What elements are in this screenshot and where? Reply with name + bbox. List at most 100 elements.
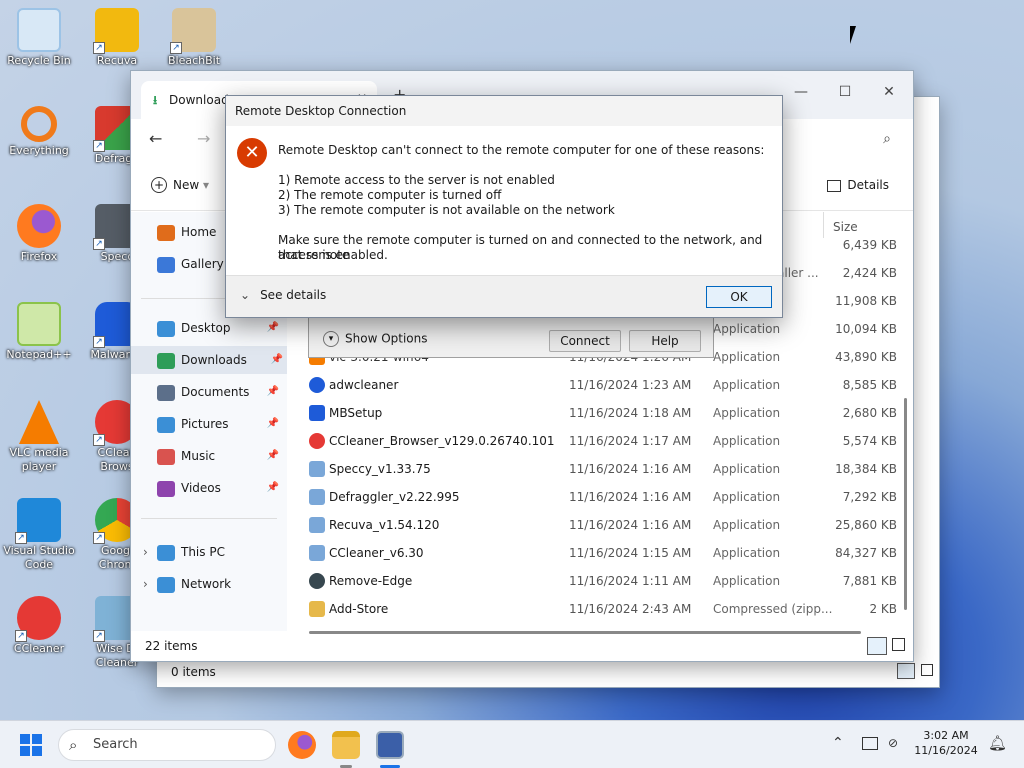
taskbar-file-explorer-icon[interactable] (332, 731, 360, 759)
sidebar-item-desktop[interactable]: Desktop 📌 (157, 314, 283, 342)
error-message: Remote Desktop can't connect to the remo… (278, 143, 765, 157)
sidebar-item-network[interactable]: › Network (143, 570, 283, 598)
home-icon (157, 224, 175, 241)
table-row[interactable]: adwcleaner 11/16/2024 1:23 AM Application 8… (307, 371, 897, 399)
volume-muted-icon[interactable]: ⊘ (888, 736, 898, 750)
table-row[interactable]: Defraggler_v2.22.995 11/16/2024 1:16 AM Ap… (307, 483, 897, 511)
everything-search-icon (21, 106, 57, 142)
minimize-button[interactable]: — (781, 77, 821, 107)
back-arrow-icon[interactable]: ← (149, 129, 162, 148)
search-icon[interactable]: ⌕ (883, 131, 891, 147)
details-view-icon[interactable] (867, 637, 887, 655)
installer-icon (309, 545, 325, 561)
this-pc-icon (157, 544, 175, 561)
advice-text-line2: access is enabled. (278, 248, 388, 262)
search-icon: ⌕ (69, 736, 78, 754)
sidebar-item-this-pc[interactable]: › This PC (143, 538, 283, 566)
help-button[interactable]: Help (629, 330, 701, 352)
ccleaner-browser-file-icon (309, 433, 325, 449)
chevron-up-icon[interactable]: ⌃ (832, 735, 844, 751)
network-tray-icon[interactable] (862, 737, 878, 750)
remove-edge-icon (309, 573, 325, 589)
start-button[interactable] (20, 734, 42, 756)
recycle-bin-icon (17, 8, 61, 52)
notification-bell-icon[interactable]: 🔔︎ (988, 734, 1007, 752)
sidebar-item-downloads[interactable]: Downloads 📌 (131, 346, 287, 374)
pin-icon: 📌 (266, 418, 279, 429)
chevron-down-icon: ⌄ (240, 288, 251, 302)
tiles-view-icon[interactable] (921, 664, 933, 676)
table-row[interactable]: Recuva_v1.54.120 11/16/2024 1:16 AM Applic… (307, 511, 897, 539)
show-options-button[interactable]: ▾ Show Options (323, 331, 428, 347)
see-details-toggle[interactable]: ⌄ See details (240, 288, 326, 302)
connect-button[interactable]: Connect (549, 330, 621, 352)
vlc-cone-icon (19, 400, 59, 444)
new-button[interactable]: + New ▾ (151, 177, 209, 193)
dialog-title: Remote Desktop Connection (226, 96, 782, 126)
desktop-icon-vscode[interactable]: ↗ Visual Studio Code (3, 498, 75, 572)
table-row[interactable]: CCleaner_v6.30 11/16/2024 1:15 AM Applicat… (307, 539, 897, 567)
table-row[interactable]: Remove-Edge 11/16/2024 1:11 AM Application… (307, 567, 897, 595)
vertical-scrollbar[interactable] (904, 398, 907, 610)
ok-button[interactable]: OK (706, 286, 772, 308)
desktop-icon-bleachbit[interactable]: ↗ BleachBit (158, 8, 230, 68)
sidebar-item-documents[interactable]: Documents 📌 (157, 378, 283, 406)
installer-icon (309, 461, 325, 477)
installer-icon (309, 489, 325, 505)
mbsetup-icon (309, 405, 325, 421)
pin-icon: 📌 (266, 322, 279, 333)
installer-icon (309, 517, 325, 533)
taskbar: ⌕ Search ⌃ ⊘ 3:02 AM 11/16/2024 🔔︎ (0, 720, 1024, 768)
taskbar-rdc-icon[interactable] (376, 731, 404, 759)
recuva-icon: ↗ (93, 8, 139, 54)
details-pane-button[interactable]: Details (827, 178, 889, 192)
chevron-right-icon: › (143, 545, 148, 559)
sidebar-item-music[interactable]: Music 📌 (157, 442, 283, 470)
divider (141, 518, 277, 519)
pin-icon: 📌 (266, 450, 279, 461)
notepadpp-icon (17, 302, 61, 346)
download-icon: ⭳ (153, 93, 158, 107)
details-view-icon[interactable] (897, 663, 915, 679)
tiles-view-icon[interactable] (892, 638, 905, 651)
error-icon: ✕ (237, 138, 267, 168)
desktop-icon-notepadpp[interactable]: Notepad++ (3, 302, 75, 362)
desktop-icon-ccleaner[interactable]: ↗ CCleaner (3, 596, 75, 656)
desktop-icon-recuva[interactable]: ↗ Recuva (81, 8, 153, 68)
chevron-down-circle-icon: ▾ (323, 331, 339, 347)
network-icon (157, 576, 175, 593)
maximize-button[interactable]: ☐ (825, 77, 865, 107)
pin-icon: 📌 (266, 482, 279, 493)
vscode-icon: ↗ (15, 498, 61, 544)
table-row[interactable]: Speccy_v1.33.75 11/16/2024 1:16 AM Applica… (307, 455, 897, 483)
ccleaner-icon: ↗ (15, 596, 61, 642)
table-row[interactable]: MBSetup 11/16/2024 1:18 AM Application 2,68… (307, 399, 897, 427)
sidebar-item-videos[interactable]: Videos 📌 (157, 474, 283, 502)
downloads-folder-icon (157, 352, 175, 369)
taskbar-search-box[interactable]: ⌕ Search (58, 729, 276, 761)
pictures-folder-icon (157, 416, 175, 433)
table-row[interactable]: CCleaner_Browser_v129.0.26740.101 11/16/2… (307, 427, 897, 455)
table-row[interactable]: Add-Store 11/16/2024 2:43 AM Compressed (z… (307, 595, 897, 623)
videos-folder-icon (157, 480, 175, 497)
error-dialog: Remote Desktop Connection ✕ Remote Deskt… (225, 95, 783, 318)
desktop-icon-everything[interactable]: Everything (3, 106, 75, 158)
desktop-icon-recycle-bin[interactable]: Recycle Bin (3, 8, 75, 68)
pin-icon: 📌 (270, 354, 283, 365)
mouse-cursor-icon (850, 26, 856, 44)
reason-3: 3) The remote computer is not available … (278, 203, 615, 217)
sidebar-item-pictures[interactable]: Pictures 📌 (157, 410, 283, 438)
desktop-icon-firefox[interactable]: Firefox (3, 204, 75, 264)
clock[interactable]: 3:02 AM 11/16/2024 (912, 728, 980, 758)
chevron-right-icon: › (143, 577, 148, 591)
pin-icon: 📌 (266, 386, 279, 397)
desktop-icon-vlc[interactable]: VLC media player (3, 400, 75, 474)
details-pane-icon (827, 179, 842, 192)
taskbar-firefox-icon[interactable] (288, 731, 316, 759)
close-window-button[interactable]: ✕ (869, 77, 909, 107)
plus-circle-icon: + (151, 177, 167, 193)
forward-arrow-icon[interactable]: → (197, 129, 210, 148)
reason-1: 1) Remote access to the server is not en… (278, 173, 555, 187)
zip-folder-icon (309, 601, 325, 617)
dialog-footer: ⌄ See details OK (226, 275, 782, 317)
